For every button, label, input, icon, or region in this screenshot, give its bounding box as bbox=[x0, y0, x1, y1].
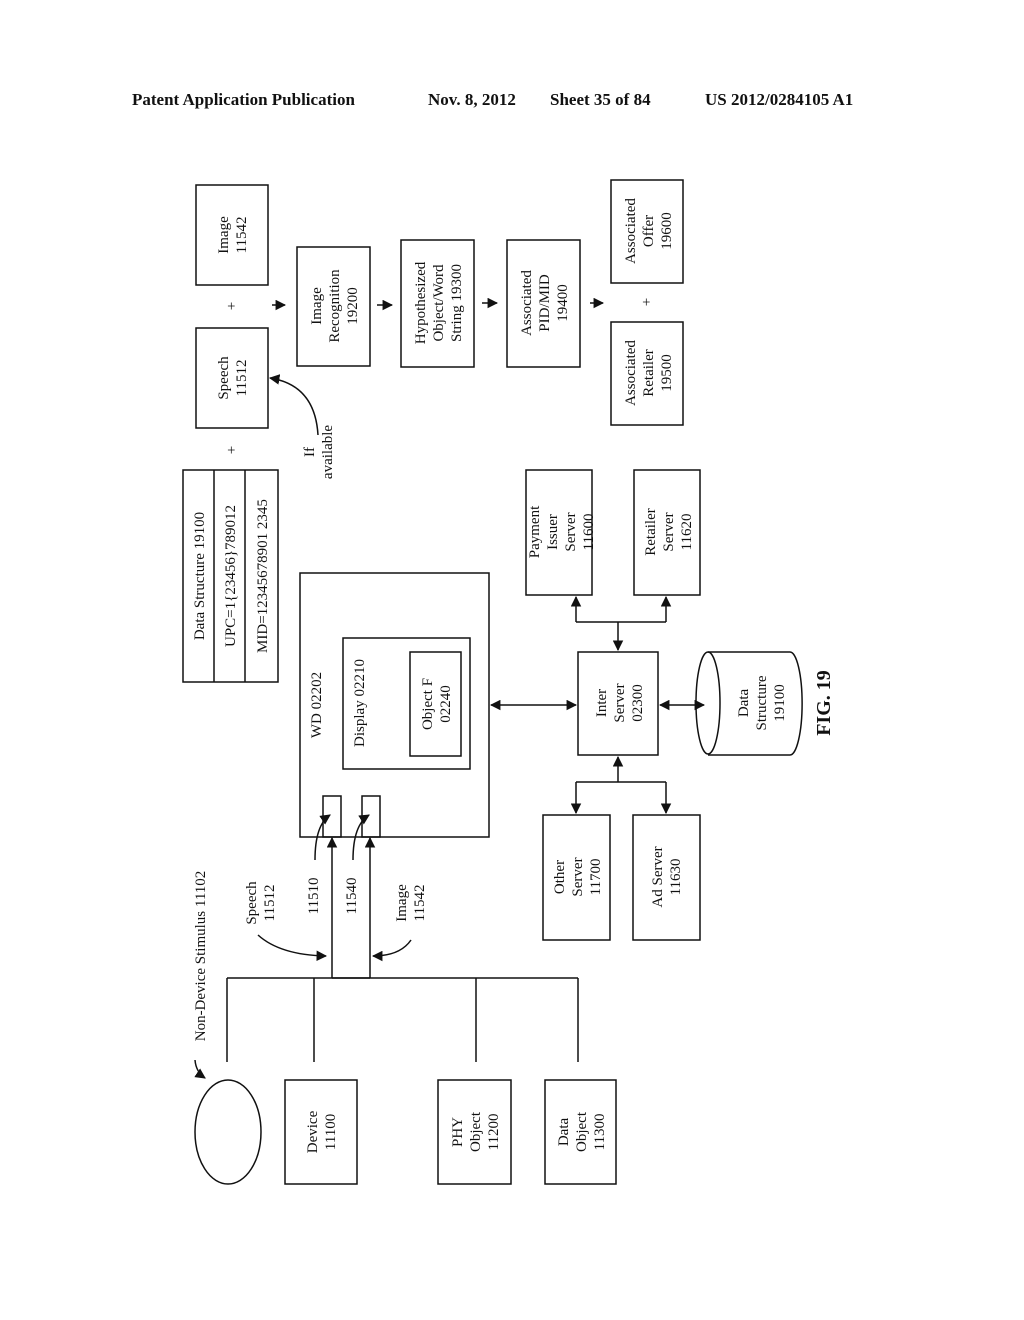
port-11510-label: 11510 bbox=[306, 878, 322, 915]
mid-value: MID=12345678901 2345 bbox=[255, 499, 271, 653]
data-structure-title: Data Structure 19100 bbox=[192, 512, 208, 640]
image-input-label: Image 11542 bbox=[394, 884, 428, 922]
retailer-server-label: Retailer Server 11620 bbox=[643, 508, 695, 555]
if-available-label: If available bbox=[302, 425, 336, 479]
associated-offer-label: Associated Offer 19600 bbox=[623, 198, 675, 264]
upc-value: UPC=1{23456}789012 bbox=[223, 505, 239, 647]
plus-sign-3: + bbox=[639, 298, 655, 306]
inter-server-label: Inter Server 02300 bbox=[594, 683, 646, 722]
ad-server-box bbox=[632, 814, 701, 941]
plus-sign-1: + bbox=[224, 302, 240, 310]
device-label: Device 11100 bbox=[305, 1110, 339, 1153]
speech-11512-label: Speech 11512 bbox=[216, 356, 250, 400]
image-11542-label: Image 11542 bbox=[216, 216, 250, 254]
object-f-label: Object F 02240 bbox=[420, 678, 454, 730]
associated-pid-label: Associated PID/MID 19400 bbox=[519, 270, 571, 336]
port-11540-label: 11540 bbox=[344, 878, 360, 915]
data-object-label: Data Object 11300 bbox=[556, 1111, 608, 1152]
non-device-stimulus-label: Non-Device Stimulus 11102 bbox=[193, 871, 209, 1042]
image-11542-box bbox=[195, 184, 269, 286]
payment-issuer-label: Payment Issuer Server 11600 bbox=[527, 505, 597, 558]
ad-server-label: Ad Server 11630 bbox=[650, 846, 684, 907]
plus-sign-2: + bbox=[224, 446, 240, 454]
stimulus-ellipse bbox=[194, 1079, 262, 1185]
data-structure-db-label: Data Structure 19100 bbox=[736, 675, 788, 730]
figure-19-diagram: Image 11542 Speech 11512 Image Recognition 1… bbox=[182, 179, 835, 1185]
other-server-label: Other Server 11700 bbox=[552, 857, 604, 896]
device-box bbox=[284, 1079, 358, 1185]
phy-object-label: PHY Object 11200 bbox=[450, 1111, 502, 1152]
speech-11512-box bbox=[195, 327, 269, 429]
figure-label: FIG. 19 bbox=[813, 670, 835, 736]
image-recognition-label: Image Recognition 19200 bbox=[309, 269, 361, 343]
wd-label: WD 02202 bbox=[309, 672, 325, 738]
associated-retailer-label: Associated Retailer 19500 bbox=[623, 340, 675, 406]
port-11510 bbox=[322, 795, 342, 838]
speech-input-label: Speech 11512 bbox=[244, 881, 278, 925]
hypothesized-label: Hypothesized Object/Word String 19300 bbox=[413, 261, 465, 344]
display-label: Display 02210 bbox=[352, 659, 368, 747]
port-11540 bbox=[361, 795, 381, 838]
